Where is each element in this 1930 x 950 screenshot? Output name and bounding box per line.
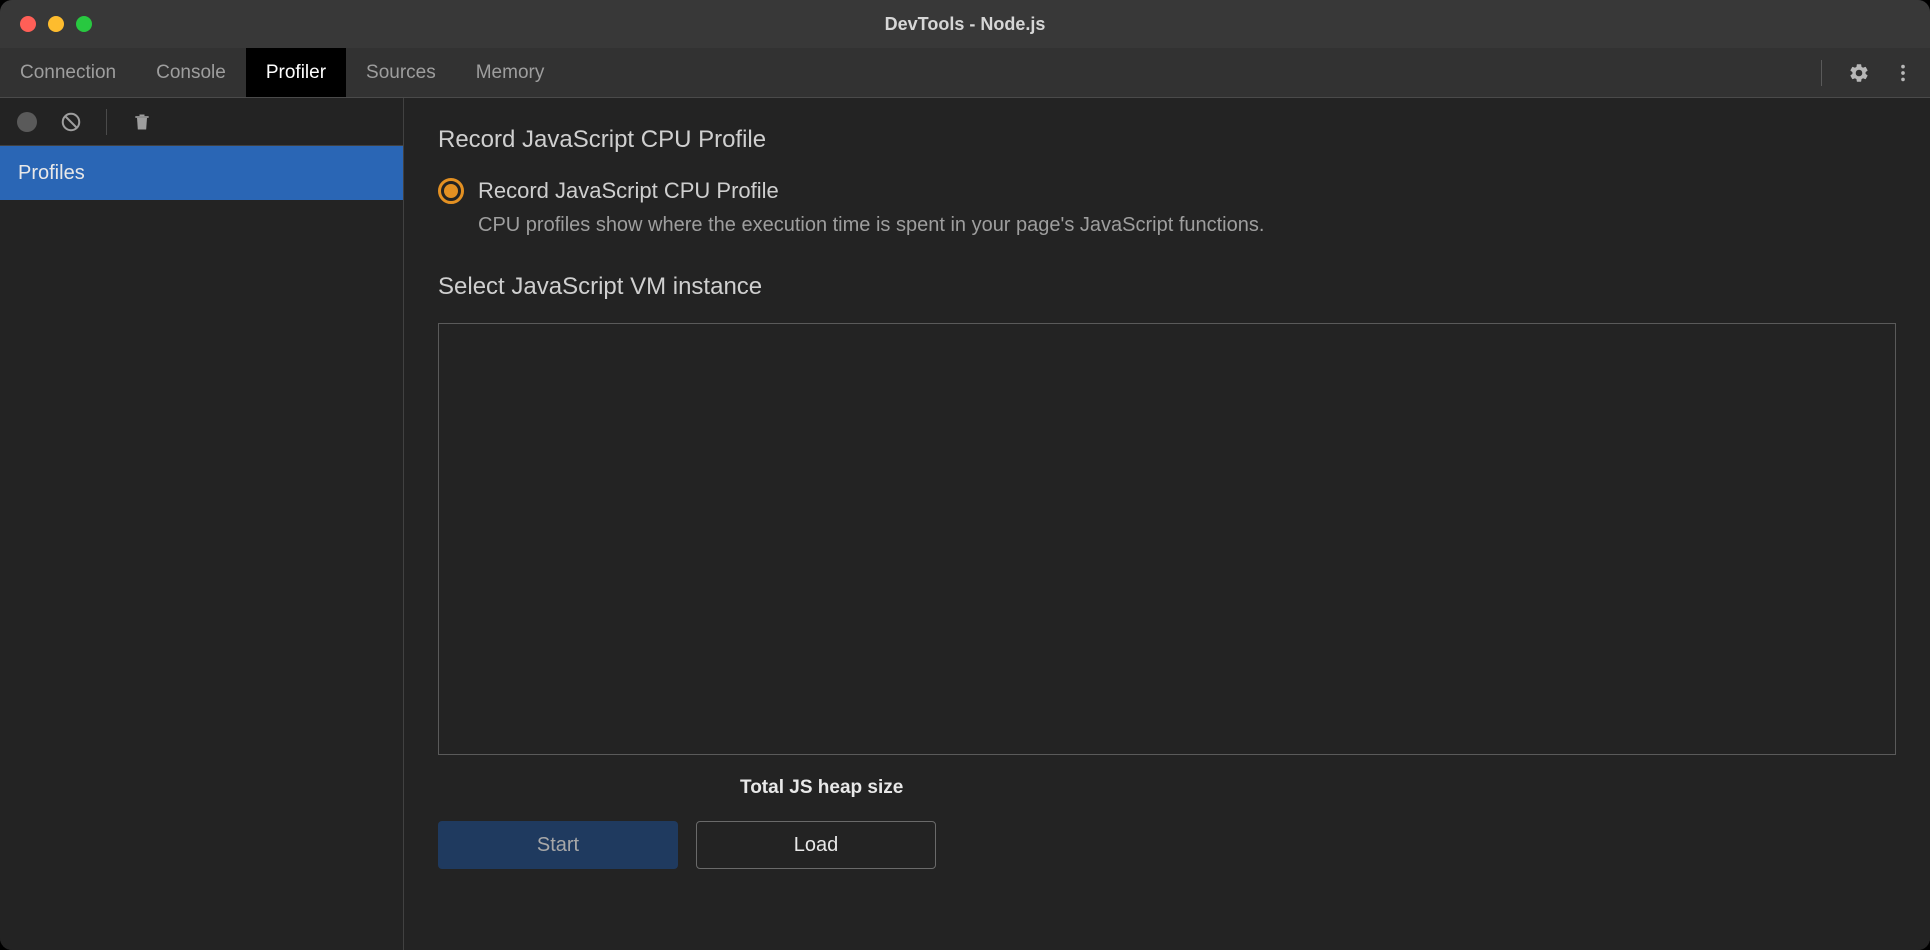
tab-console[interactable]: Console xyxy=(136,48,246,97)
window-title: DevTools - Node.js xyxy=(885,14,1046,35)
tabbar: Connection Console Profiler Sources Memo… xyxy=(0,48,1930,98)
radio-label: Record JavaScript CPU Profile xyxy=(478,178,779,204)
tab-memory[interactable]: Memory xyxy=(456,48,565,97)
vm-section-title: Select JavaScript VM instance xyxy=(438,273,1896,301)
window-minimize-button[interactable] xyxy=(48,16,64,32)
load-button[interactable]: Load xyxy=(696,821,936,869)
record-icon xyxy=(17,112,37,132)
profile-type-radio[interactable]: Record JavaScript CPU Profile xyxy=(438,178,1896,204)
window-maximize-button[interactable] xyxy=(76,16,92,32)
traffic-lights xyxy=(0,16,92,32)
sidebar: Profiles xyxy=(0,98,404,950)
start-button[interactable]: Start xyxy=(438,821,678,869)
prohibit-icon xyxy=(60,111,82,133)
clear-button[interactable] xyxy=(58,109,84,135)
gear-icon xyxy=(1848,62,1870,84)
record-section-title: Record JavaScript CPU Profile xyxy=(438,126,1896,154)
delete-button[interactable] xyxy=(129,109,155,135)
content-area: Profiles Record JavaScript CPU Profile R… xyxy=(0,98,1930,950)
devtools-window: DevTools - Node.js Connection Console Pr… xyxy=(0,0,1930,950)
more-button[interactable] xyxy=(1890,60,1916,86)
sidebar-profiles-header[interactable]: Profiles xyxy=(0,146,403,200)
tabs-container: Connection Console Profiler Sources Memo… xyxy=(0,48,564,97)
main-panel: Record JavaScript CPU Profile Record Jav… xyxy=(404,98,1930,950)
tab-profiler[interactable]: Profiler xyxy=(246,48,346,97)
tabbar-right xyxy=(1821,48,1930,97)
divider xyxy=(106,109,107,135)
heap-size-label: Total JS heap size xyxy=(740,777,1896,799)
radio-description: CPU profiles show where the execution ti… xyxy=(478,214,1896,237)
radio-indicator xyxy=(438,178,464,204)
tab-connection[interactable]: Connection xyxy=(0,48,136,97)
vm-instance-listbox[interactable] xyxy=(438,323,1896,755)
button-row: Start Load xyxy=(438,821,1896,869)
settings-button[interactable] xyxy=(1846,60,1872,86)
sidebar-toolbar xyxy=(0,98,403,146)
divider xyxy=(1821,60,1822,86)
more-vert-icon xyxy=(1892,62,1914,84)
titlebar: DevTools - Node.js xyxy=(0,0,1930,48)
trash-icon xyxy=(132,111,152,133)
window-close-button[interactable] xyxy=(20,16,36,32)
record-button[interactable] xyxy=(14,109,40,135)
tab-sources[interactable]: Sources xyxy=(346,48,456,97)
